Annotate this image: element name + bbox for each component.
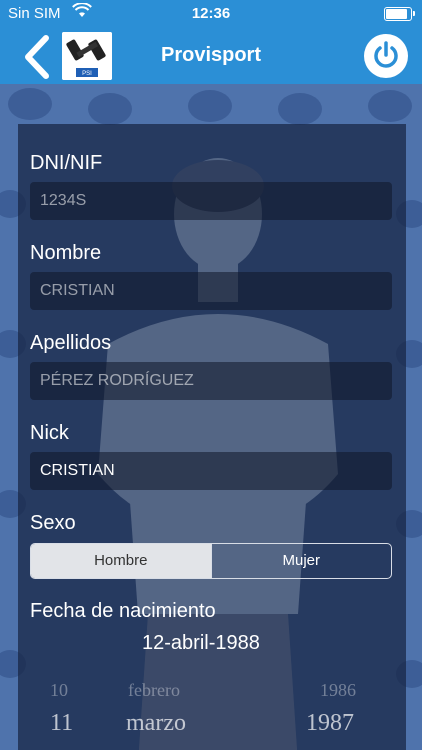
picker-year[interactable]: 1987 <box>306 710 354 737</box>
sexo-segmented-control[interactable]: Hombre Mujer <box>30 543 392 579</box>
battery-level <box>386 9 407 19</box>
picker-day-previous[interactable]: 10 <box>50 680 68 701</box>
apellidos-label: Apellidos <box>30 332 112 354</box>
clock: 12:36 <box>191 5 231 22</box>
sexo-label: Sexo <box>30 512 76 534</box>
sexo-option-mujer[interactable]: Mujer <box>210 544 392 578</box>
dni-label: DNI/NIF <box>30 152 103 174</box>
nombre-field[interactable]: CRISTIAN <box>30 272 392 310</box>
dni-field[interactable]: 1234S <box>30 182 392 220</box>
logout-button[interactable] <box>364 34 408 78</box>
logo-text: PSI <box>82 71 92 77</box>
apellidos-field[interactable]: PÉREZ RODRÍGUEZ <box>30 362 392 400</box>
sexo-option-hombre[interactable]: Hombre <box>31 544 211 578</box>
picker-month-previous[interactable]: febrero <box>128 680 180 701</box>
nombre-label: Nombre <box>30 242 102 264</box>
fecha-label: Fecha de nacimiento <box>30 600 216 622</box>
nick-field[interactable]: CRISTIAN <box>30 452 392 490</box>
battery-icon <box>384 7 415 21</box>
status-bar: Sin SIM 12:36 <box>0 0 422 28</box>
picker-year-previous[interactable]: 1986 <box>320 680 356 701</box>
fecha-value: 12-abril-1988 <box>142 632 260 654</box>
picker-day[interactable]: 11 <box>50 710 73 737</box>
picker-month[interactable]: marzo <box>126 710 186 737</box>
athlete-image <box>98 158 338 750</box>
nick-label: Nick <box>30 422 69 444</box>
page-title: Provisport <box>160 44 262 66</box>
profile-form: DNI/NIF 1234S Nombre CRISTIAN Apellidos … <box>18 124 406 750</box>
power-icon <box>374 41 398 68</box>
navigation-bar: PSI Provisport <box>0 28 422 84</box>
